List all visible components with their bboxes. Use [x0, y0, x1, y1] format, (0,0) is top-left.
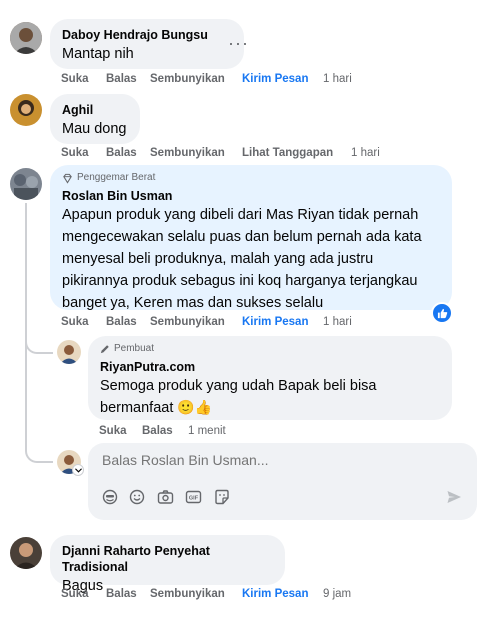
comment-text: Mantap nih	[62, 46, 134, 62]
gif-icon[interactable]: GIF	[183, 487, 203, 507]
reply-text-line: Semoga produk yang udah Bapak beli bisa	[100, 378, 377, 394]
like-button[interactable]: Suka	[61, 147, 89, 159]
comment-timestamp[interactable]: 9 jam	[323, 588, 351, 600]
avatar[interactable]	[57, 340, 81, 364]
comment-actions: Suka Balas Sembunyikan Kirim Pesan 9 jam	[61, 588, 381, 602]
comment-timestamp[interactable]: 1 hari	[351, 147, 380, 159]
reply-author[interactable]: RiyanPutra.com	[100, 359, 440, 375]
send-message-link[interactable]: Kirim Pesan	[242, 73, 308, 85]
comment-timestamp[interactable]: 1 hari	[323, 73, 352, 85]
hide-button[interactable]: Sembunyikan	[150, 73, 225, 85]
comment-bubble: Djanni Raharto Penyehat Tradisional Bagu…	[50, 535, 285, 594]
like-button[interactable]: Suka	[61, 588, 89, 600]
reply-button[interactable]: Balas	[106, 588, 137, 600]
comment-text: Mau dong	[62, 121, 127, 137]
reply-button[interactable]: Balas	[106, 147, 137, 159]
reply-button[interactable]: Balas	[106, 73, 137, 85]
send-message-link[interactable]: Kirim Pesan	[242, 588, 308, 600]
comment-author[interactable]: Djanni Raharto Penyehat Tradisional	[62, 543, 273, 575]
more-options-icon[interactable]: ···	[228, 34, 249, 52]
avatar[interactable]	[10, 168, 42, 200]
comment-bubble: Penggemar Berat Roslan Bin Usman Apapun …	[50, 165, 452, 311]
hide-button[interactable]: Sembunyikan	[150, 316, 225, 328]
comment-timestamp[interactable]: 1 hari	[323, 316, 352, 328]
like-button[interactable]: Suka	[61, 316, 89, 328]
like-button[interactable]: Suka	[61, 73, 89, 85]
thread-line	[25, 447, 53, 463]
pencil-icon	[100, 345, 109, 354]
sticker-icon[interactable]	[212, 487, 232, 507]
author-badge: Pembuat	[100, 342, 440, 356]
like-button[interactable]: Suka	[99, 425, 127, 437]
emoji-icons: 🙂👍	[177, 400, 213, 416]
reply-input[interactable]	[100, 451, 404, 469]
comment-text-line: mengecewakan selalu puas dan belum perna…	[62, 229, 422, 245]
comment-text-line: Apapun produk yang dibeli dari Mas Riyan…	[62, 207, 419, 223]
top-fan-badge: Penggemar Berat	[62, 171, 440, 185]
comment-actions: Suka Balas Sembunyikan Kirim Pesan 1 har…	[61, 73, 381, 87]
reply-timestamp[interactable]: 1 menit	[188, 425, 226, 437]
hide-button[interactable]: Sembunyikan	[150, 147, 225, 159]
reply-text-line: bermanfaat 🙂👍	[100, 397, 440, 419]
send-icon[interactable]	[444, 487, 464, 507]
avatar[interactable]	[10, 94, 42, 126]
avatar[interactable]	[10, 537, 42, 569]
comment-actions: Suka Balas Sembunyikan Lihat Tanggapan 1…	[61, 147, 401, 161]
badge-label: Penggemar Berat	[77, 172, 156, 183]
comment-actions: Suka Balas Sembunyikan Kirim Pesan 1 har…	[61, 316, 381, 330]
comment-author[interactable]: Roslan Bin Usman	[62, 188, 440, 204]
reply-composer[interactable]: GIF	[88, 443, 477, 520]
view-replies-link[interactable]: Lihat Tanggapan	[242, 147, 333, 159]
like-reaction-icon[interactable]	[431, 302, 453, 324]
avatar-sticker-icon[interactable]	[100, 487, 120, 507]
reply-text-end: bermanfaat	[100, 400, 174, 416]
chevron-down-icon[interactable]	[72, 464, 84, 476]
diamond-icon	[63, 173, 72, 184]
thread-branch	[25, 338, 53, 354]
emoji-icon[interactable]	[127, 487, 147, 507]
send-message-link[interactable]: Kirim Pesan	[242, 316, 308, 328]
comment-text-line: banget ya, Keren mas dan sukses selalu	[62, 295, 324, 311]
thread-line	[25, 203, 27, 448]
camera-icon[interactable]	[155, 487, 175, 507]
reply-actions: Suka Balas 1 menit	[99, 425, 299, 439]
avatar[interactable]	[10, 22, 42, 54]
comment-text-line: pikirannya produk sebagus ini koq hargan…	[62, 273, 418, 289]
comment-author[interactable]: Daboy Hendrajo Bungsu	[62, 27, 232, 43]
comment-author[interactable]: Aghil	[62, 102, 128, 118]
reply-button[interactable]: Balas	[106, 316, 137, 328]
comment-bubble: Daboy Hendrajo Bungsu Mantap nih	[50, 19, 244, 69]
hide-button[interactable]: Sembunyikan	[150, 588, 225, 600]
svg-text:GIF: GIF	[188, 496, 198, 502]
reply-bubble: Pembuat RiyanPutra.com Semoga produk yan…	[88, 336, 452, 420]
comment-bubble: Aghil Mau dong	[50, 94, 140, 144]
reply-button[interactable]: Balas	[142, 425, 173, 437]
badge-label: Pembuat	[114, 343, 155, 354]
comment-text-line: menyesal beli produknya, malah yang ada …	[62, 251, 374, 267]
